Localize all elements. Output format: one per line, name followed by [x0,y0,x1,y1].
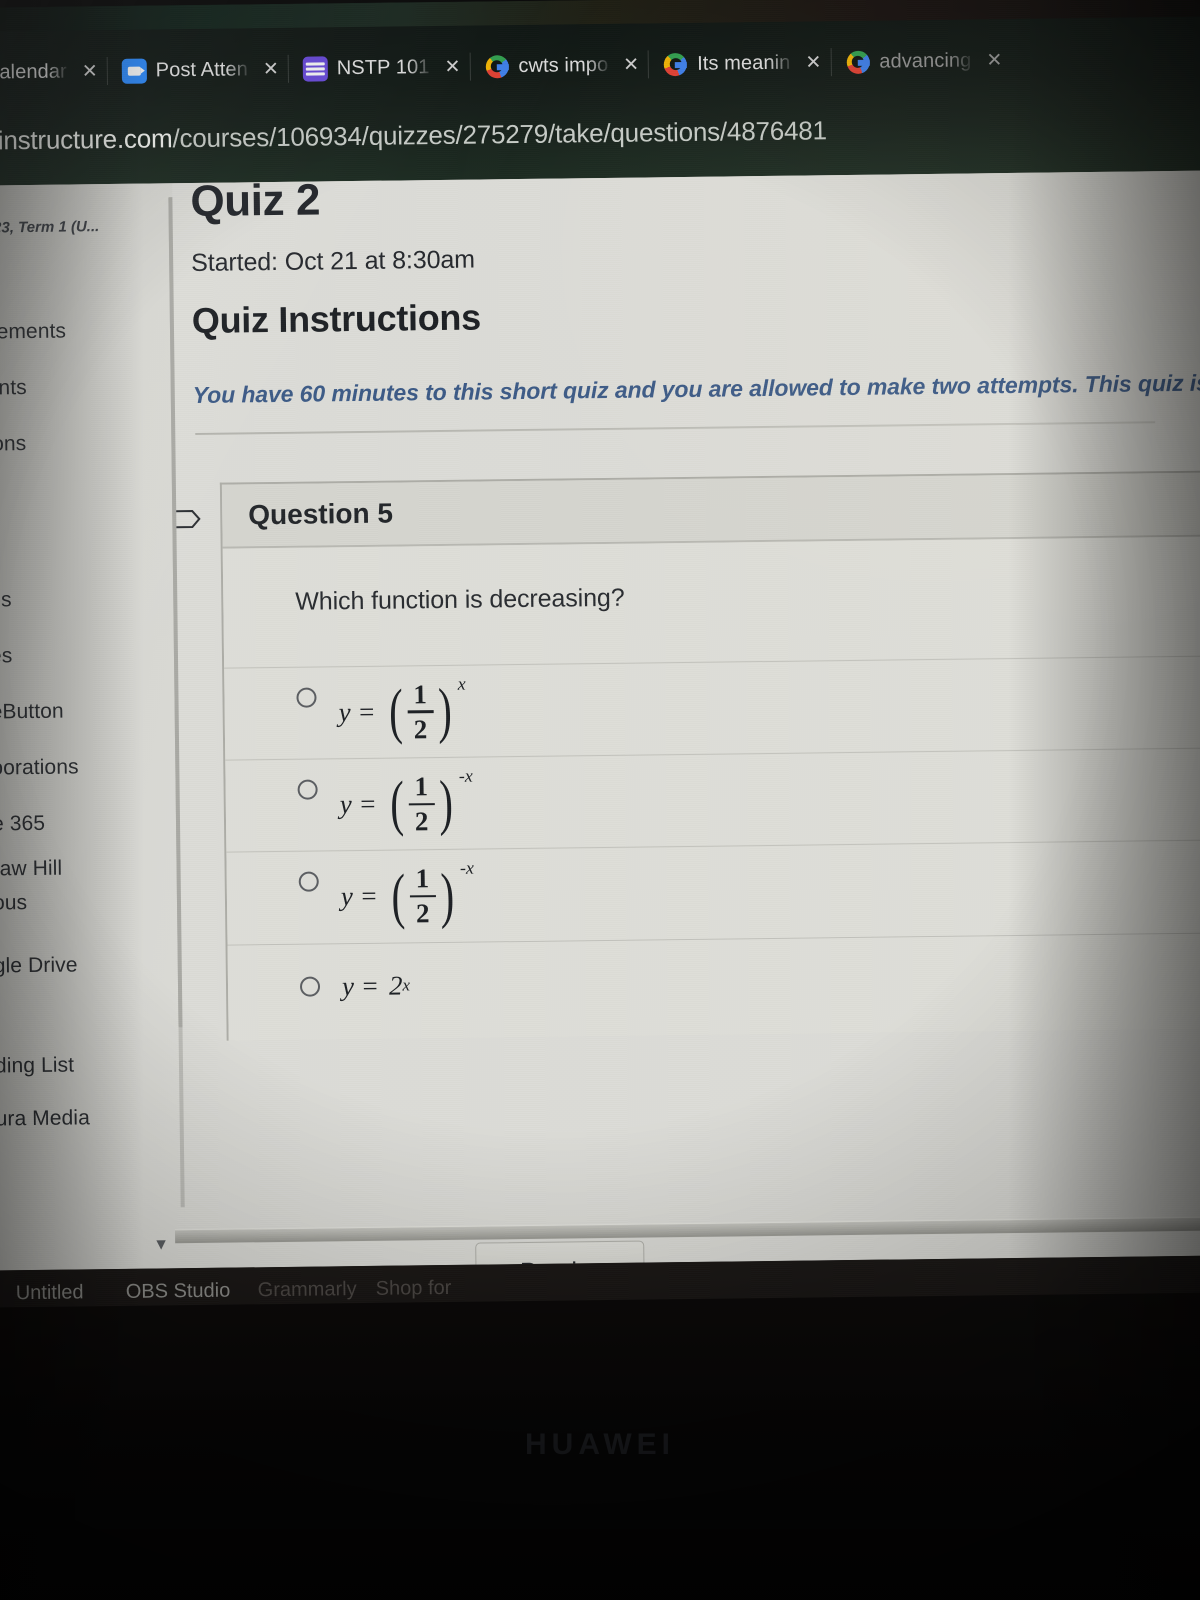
quiz-instructions-text: You have 60 minutes to this short quiz a… [192,368,1200,409]
chevron-down-icon[interactable]: ▼ [153,1236,169,1254]
tab-title: Calendar [0,60,67,84]
answer-option-d[interactable]: y = 2x [227,931,1200,1031]
taskbar-item-grammarly[interactable]: Grammarly [258,1278,357,1302]
answer-formula: y = ( 1 2 ) [339,765,473,838]
url-path: /courses/106934/quizzes/275279/take/ques… [172,115,827,154]
screen-surface: Calendar ✕ Post Atten ✕ NSTP 101 ✕ cwts … [0,0,1200,1308]
answer-list: y = ( 1 2 ) x y = (1 2) -x y = (1 2)… [224,654,1200,1031]
formula-base: 2 [388,970,403,1001]
taskbar-item-untitled-design[interactable]: Untitled [16,1281,84,1305]
question-number: Question 5 [248,497,394,531]
zoom-favicon [121,58,147,84]
formula-exponent: x [402,975,411,995]
fraction-numerator: 1 [414,771,429,802]
answer-option-a[interactable]: y = ( 1 2 ) x [224,654,1200,760]
browser-tab-cwts-importance[interactable]: cwts impo ✕ [470,38,649,92]
url-text: su.instructure.com/courses/106934/quizze… [0,115,827,157]
browser-tab-post-attendance[interactable]: Post Atten ✕ [107,43,289,97]
quiz-started-timestamp: Started: Oct 21 at 8:30am [191,245,476,278]
fraction-numerator: 1 [413,679,428,710]
sidebar-item-campus[interactable]: ous [0,884,181,920]
close-icon[interactable]: ✕ [623,53,639,76]
formula-parenthesized-fraction: ( 1 2 ) -x [390,857,474,931]
formula-exponent: x [457,673,466,694]
sidebar-item-assignments[interactable]: ents [0,358,175,416]
tab-title: advancing [879,48,972,73]
sidebar-item-google-drive[interactable]: gle Drive [0,936,182,994]
google-favicon [845,49,870,74]
close-icon[interactable]: ✕ [263,57,279,80]
sidebar-item-modules[interactable]: es [0,626,178,684]
canvas-page: 023, Term 1 (U... cements ents ions s es… [0,170,1200,1271]
sidebar-item-mcgraw-hill[interactable]: raw Hill [0,850,181,886]
question-prompt: Which function is decreasing? [295,583,625,616]
formula-exponent: -x [458,765,473,786]
quiz-content: Quiz 2 Started: Oct 21 at 8:30am Quiz In… [172,170,1200,1269]
sidebar-item-reading-list[interactable]: ding List [0,1036,183,1094]
canvas-favicon [302,55,328,82]
answer-option-b[interactable]: y = ( 1 2 ) -x [225,746,1200,853]
flag-question-icon[interactable] [172,505,202,535]
course-navigation-sidebar[interactable]: 023, Term 1 (U... cements ents ions s es… [0,183,186,1271]
formula-lhs: y = [339,789,377,820]
fraction-numerator: 1 [415,863,430,894]
browser-tab-nstp-101[interactable]: NSTP 101 ✕ [288,41,470,95]
taskbar-item-shop-for[interactable]: Shop for [376,1277,452,1301]
close-icon[interactable]: ✕ [986,49,1002,72]
formula-lhs: y = [341,970,380,1001]
fraction-denominator: 2 [415,898,430,929]
answer-option-c[interactable]: y = ( 1 2 ) -x [226,839,1200,945]
sidebar-item-pages[interactable]: es [0,570,178,628]
sidebar-item-quizzes[interactable]: s [0,514,177,572]
browser-chrome: Calendar ✕ Post Atten ✕ NSTP 101 ✕ cwts … [0,0,1200,186]
taskbar-item-obs-studio[interactable]: OBS Studio [126,1280,231,1304]
sidebar-item-collaborations[interactable]: porations [0,738,180,796]
formula-parenthesized-fraction: ( 1 2 ) x [388,673,466,746]
question-header: Question 5 2 p [221,471,1200,549]
close-icon[interactable]: ✕ [444,55,460,78]
sidebar-item-office-365[interactable]: e 365 [0,794,180,852]
url-host: su.instructure.com [0,123,173,156]
tab-title: Its meanin [697,51,791,75]
fraction-denominator: 2 [413,714,428,745]
sidebar-item-announcements[interactable]: cements [0,302,174,360]
sidebar-item-discussions[interactable]: ions [0,414,176,472]
browser-tab-its-meaning[interactable]: Its meanin ✕ [649,36,832,90]
formula-lhs: y = [340,881,379,912]
course-title: 023, Term 1 (U... [0,218,100,237]
answer-formula: y = ( 1 2 ) [340,857,475,931]
radio-button[interactable] [297,779,318,800]
tab-title: cwts impo [518,53,609,77]
google-favicon [663,51,688,76]
device-brand-logo: HUAWEI [525,1428,675,1461]
formula-lhs: y = [338,696,376,728]
formula-parenthesized-fraction: ( 1 2 ) -x [389,765,473,838]
answer-formula: y = 2x [342,970,410,1002]
radio-button[interactable] [298,871,319,893]
sidebar-item-bluebutton[interactable]: eButton [0,682,179,740]
formula-exponent: -x [459,857,474,879]
close-icon[interactable]: ✕ [82,60,98,83]
close-icon[interactable]: ✕ [805,51,821,74]
google-favicon [484,54,509,79]
answer-formula: y = ( 1 2 ) [338,673,466,746]
quiz-instructions-heading: Quiz Instructions [191,296,482,342]
sidebar-item-kaltura-media[interactable]: ura Media [0,1092,184,1144]
question-block: Question 5 2 p Which function is decreas… [173,469,1200,1041]
radio-button[interactable] [299,976,321,997]
question-card: Question 5 2 p Which function is decreas… [219,469,1200,1041]
browser-tab-calendar[interactable]: Calendar ✕ [0,45,108,99]
tab-title: NSTP 101 [336,55,430,79]
browser-tab-advancing[interactable]: advancing ✕ [831,34,1013,88]
tab-title: Post Atten [155,57,249,81]
laptop-screen-photo: HUAWEI Calendar ✕ Post Atten ✕ NSTP 101 [0,0,1200,1600]
radio-button[interactable] [296,687,317,708]
fraction-denominator: 2 [414,806,429,837]
question-body: Which function is decreasing? y = (1 2 … [222,535,1200,1041]
divider [195,421,1156,435]
